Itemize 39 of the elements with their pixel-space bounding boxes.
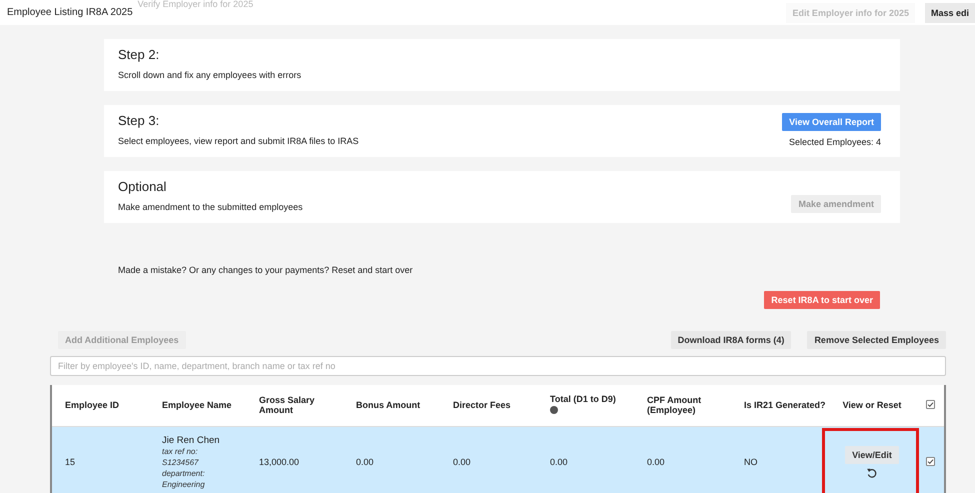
- step-title: Step 2:: [118, 47, 160, 62]
- column-header: Employee ID: [52, 385, 149, 426]
- table-cell: 0.00: [537, 426, 634, 493]
- column-header: Bonus Amount: [343, 385, 440, 426]
- filter-field[interactable]: Filter by employee's ID, name, department, branch name or tax ref no: [50, 356, 946, 376]
- column-header: Total (D1 to D9): [550, 394, 616, 404]
- column-header: Employee Name: [149, 385, 246, 426]
- top-button[interactable]: Mass edi: [924, 2, 975, 22]
- action-button[interactable]: Download IR8A forms (4): [670, 331, 792, 349]
- employee-name: Jie Ren Chen: [162, 434, 221, 446]
- employee-detail: S1234567: [162, 456, 200, 468]
- employee-detail: Engineering: [162, 478, 206, 490]
- column-header: Director Fees: [440, 385, 537, 426]
- reset-icon[interactable]: [866, 466, 878, 478]
- page-title: Employee Listing IR8A 2025: [7, 7, 133, 18]
- table-cell: 0.00: [440, 426, 537, 493]
- table-cell: 13,000.00: [246, 426, 343, 493]
- checkbox[interactable]: [926, 400, 934, 409]
- step-description: Scroll down and fix any employees with errors: [118, 70, 302, 80]
- checkbox[interactable]: [926, 456, 934, 466]
- selected-count: Selected Employees: 4: [788, 137, 881, 147]
- table-cell: 0.00: [634, 426, 731, 493]
- action-button[interactable]: Remove Selected Employees: [807, 331, 946, 349]
- employee-detail: department:: [162, 468, 206, 478]
- reset-message: Made a mistake? Or any changes to your payments? Reset and start over: [118, 265, 414, 275]
- column-header: Is IR21 Generated?: [731, 385, 828, 426]
- step-title: Optional: [118, 179, 168, 194]
- table-cell: NO: [731, 426, 828, 493]
- column-header: Gross Salary Amount: [246, 385, 343, 426]
- step-description: Select employees, view report and submit IR8A files to IRAS: [118, 136, 359, 146]
- table-cell: 0.00: [343, 426, 440, 493]
- view-edit-button[interactable]: View/Edit: [845, 446, 899, 464]
- faded-text: Verify Employer info for 2025: [138, 0, 254, 8]
- column-header: CPF Amount (Employee): [634, 385, 731, 426]
- table-cell: 15: [52, 426, 149, 493]
- step-title: Step 3:: [118, 113, 160, 128]
- step-description: Make amendment to the submitted employees: [118, 202, 303, 212]
- employee-detail: tax ref no:: [162, 446, 199, 456]
- column-header: View or Reset: [828, 385, 916, 426]
